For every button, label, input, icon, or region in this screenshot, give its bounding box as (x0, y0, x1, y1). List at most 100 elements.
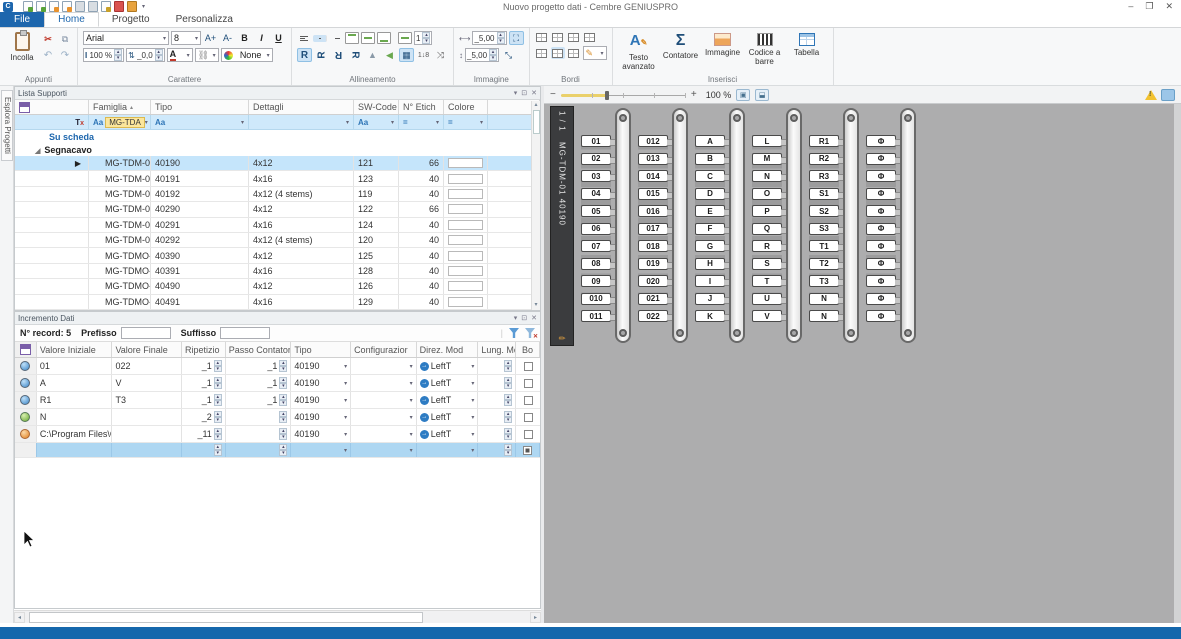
label-tag[interactable]: 017 (638, 223, 668, 235)
cell-valore-iniziale[interactable]: R1 (37, 392, 113, 408)
lista-row[interactable]: MG-TDM-02402904x1212266 (15, 202, 540, 217)
cut-button[interactable]: ✂ (41, 33, 55, 46)
label-tag[interactable]: 05 (581, 205, 611, 217)
scroll-thumb[interactable] (29, 612, 423, 623)
group-row-su-scheda[interactable]: Su scheda (15, 130, 540, 143)
lista-row[interactable]: MG-TDMO-0403904x1212540 (15, 248, 540, 263)
folder-orange-icon[interactable] (127, 1, 137, 12)
cell-passo-contatore[interactable]: ▴▾ (226, 426, 292, 442)
label-tag[interactable]: R (752, 240, 782, 252)
zoom-out-button[interactable]: − (550, 89, 556, 100)
italic-button[interactable]: I (254, 31, 269, 45)
insert-table-button[interactable]: Tabella (786, 31, 828, 57)
cell-ripetizio[interactable]: _11▴▾ (182, 426, 226, 442)
label-tag[interactable]: Φ (866, 205, 896, 217)
cell-passo-contatore[interactable]: _1▴▾ (226, 375, 292, 391)
label-strip[interactable]: ABCDEFGHIJK (692, 108, 749, 343)
cell-lung-mc[interactable]: ▴▾ (478, 358, 516, 374)
label-tag[interactable]: 09 (581, 275, 611, 287)
folder-red-icon[interactable] (114, 1, 124, 12)
cell-passo-contatore[interactable]: ▴▾ (226, 409, 292, 425)
scale-diagonal-button[interactable]: ⤡ (501, 48, 516, 62)
zoom-slider[interactable] (561, 90, 686, 100)
cell-direz-mod[interactable]: →LeftT▾ (417, 409, 479, 425)
label-tag[interactable]: S (752, 258, 782, 270)
cell-tipo[interactable]: 40190▾ (291, 409, 351, 425)
label-strip[interactable]: R1R2R3S1S2S3T1T2T3NN (806, 108, 863, 343)
tab-personalizza[interactable]: Personalizza (163, 12, 246, 27)
label-tag[interactable]: K (695, 310, 725, 322)
label-tag[interactable]: 08 (581, 258, 611, 270)
col-lung-mc[interactable]: Lung. Mc (478, 342, 516, 357)
insert-counter-button[interactable]: Σ Contatore (660, 31, 702, 60)
label-tag[interactable]: 01 (581, 135, 611, 147)
cell-tipo[interactable]: 40190▾ (291, 358, 351, 374)
prefisso-input[interactable] (121, 327, 171, 339)
valign-top-button[interactable] (345, 32, 359, 44)
col-ripetizio[interactable]: Ripetizio (182, 342, 226, 357)
border-inner-button[interactable] (551, 47, 565, 59)
label-tag[interactable]: A (695, 135, 725, 147)
color-swatch[interactable] (448, 297, 483, 307)
cell-lung-mc[interactable]: ▴▾ (478, 375, 516, 391)
filter-tipo[interactable]: Aa▾ (151, 115, 249, 129)
label-tag[interactable]: J (695, 293, 725, 305)
cell-bo[interactable] (516, 358, 540, 374)
align-center-button[interactable] (313, 35, 327, 42)
cell-bo[interactable] (516, 375, 540, 391)
filter-colore[interactable]: =▾ (444, 115, 488, 129)
col-bo[interactable]: Bo (516, 342, 540, 357)
cell-direz-mod[interactable]: →LeftT▾ (417, 375, 479, 391)
label-tag[interactable]: 021 (638, 293, 668, 305)
cell-valore-finale[interactable]: V (112, 375, 182, 391)
label-tag[interactable]: 06 (581, 223, 611, 235)
order-button[interactable]: 1↓8 (416, 48, 431, 62)
char-spacing-spinner[interactable]: ⇅ _0,0▴▾ (126, 48, 165, 62)
restore-button[interactable]: ❐ (1145, 1, 1153, 12)
zoom-in-button[interactable]: + (691, 89, 697, 100)
cell-configurazior[interactable]: ▾ (351, 375, 417, 391)
label-tag[interactable]: R2 (809, 153, 839, 165)
new-document-icon[interactable] (23, 1, 33, 12)
save-as-icon[interactable] (62, 1, 72, 12)
cell-direz-mod[interactable]: ▾ (417, 443, 479, 457)
cell-passo-contatore[interactable]: ▴▾ (226, 443, 292, 457)
align-right-button[interactable] (329, 32, 343, 44)
label-tag[interactable]: G (695, 240, 725, 252)
col-dettagli[interactable]: Dettagli (249, 100, 354, 114)
checkbox-icon[interactable] (524, 362, 533, 371)
rotate-270-button[interactable]: R (349, 48, 363, 63)
fit-page-button[interactable]: ▣ (736, 89, 750, 101)
label-tag[interactable]: Q (752, 223, 782, 235)
filter-icon[interactable] (509, 328, 519, 338)
color-swatch[interactable] (448, 220, 483, 230)
label-tag[interactable]: S3 (809, 223, 839, 235)
qat-dropdown-icon[interactable]: ▾ (142, 3, 145, 10)
cell-bo[interactable] (516, 392, 540, 408)
paste-button[interactable]: Incolla (5, 31, 39, 62)
cell-passo-contatore[interactable]: _1▴▾ (226, 358, 292, 374)
checkbox-icon[interactable] (524, 396, 533, 405)
label-tag[interactable]: 013 (638, 153, 668, 165)
border-bottom-button[interactable] (583, 31, 597, 43)
lista-row[interactable]: ▶MG-TDM-01401904x1212166 (15, 156, 540, 171)
left-horizontal-scrollbar[interactable]: ◂ ▸ (14, 610, 541, 623)
checkbox-icon[interactable] (524, 430, 533, 439)
paste-icon[interactable] (75, 1, 85, 12)
col-valore-iniziale[interactable]: Valore Iniziale (37, 342, 113, 357)
label-tag[interactable]: T (752, 275, 782, 287)
label-tag[interactable]: E (695, 205, 725, 217)
label-tag[interactable]: H (695, 258, 725, 270)
font-family-select[interactable]: Arial▾ (83, 31, 169, 45)
panel-close-icon[interactable]: ✕ (531, 314, 537, 322)
grid-selector-icon[interactable] (19, 102, 30, 113)
bold-button[interactable]: B (237, 31, 252, 45)
cell-configurazior[interactable]: ▾ (351, 443, 417, 457)
cell-configurazior[interactable]: ▾ (351, 426, 417, 442)
label-tag[interactable]: 014 (638, 170, 668, 182)
label-tag[interactable]: V (752, 310, 782, 322)
color-swatch[interactable] (448, 251, 483, 261)
valign-bottom-button[interactable] (377, 32, 391, 44)
cell-valore-finale[interactable] (112, 426, 182, 442)
color-swatch[interactable] (448, 235, 483, 245)
